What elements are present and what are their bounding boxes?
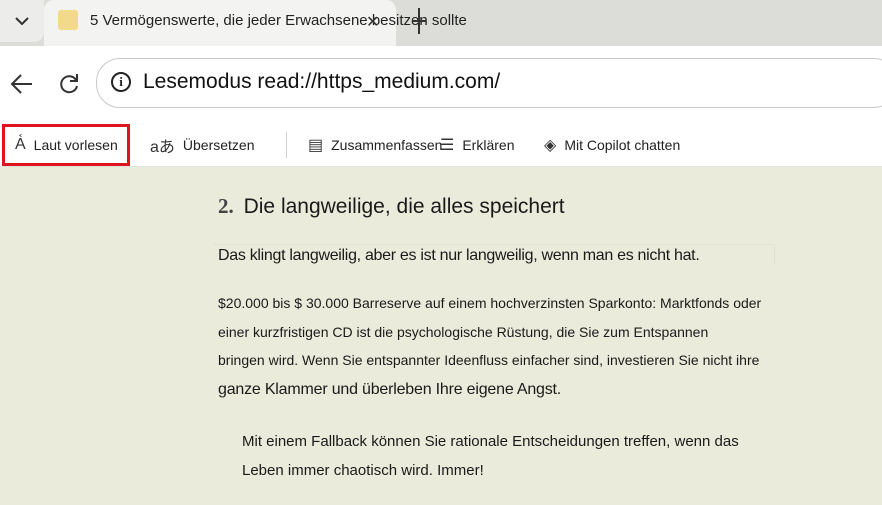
read-aloud-label: Laut vorlesen xyxy=(33,137,118,153)
back-button[interactable] xyxy=(8,70,36,98)
copilot-label: Mit Copilot chatten xyxy=(564,137,681,153)
paragraph-2-line-1: $20.000 bis $ 30.000 Barreserve auf eine… xyxy=(218,295,762,311)
explain-label: Erklären xyxy=(462,137,515,153)
tab-list-button[interactable] xyxy=(0,0,44,42)
tab-title: 5 Vermögenswerte, die jeder Erwachsene b… xyxy=(90,12,467,29)
summarize-icon: ▤ xyxy=(308,137,324,154)
navigation-bar: i Lesemodus read://https_medium.com/ xyxy=(0,46,882,124)
back-arrow-icon xyxy=(10,74,32,94)
paragraph-2-line-3: bringen wird. Wenn Sie entspannter Ideen… xyxy=(218,352,760,368)
explain-button[interactable]: ☰ Erklären xyxy=(440,124,514,166)
read-aloud-icon: A᷾ xyxy=(15,136,26,153)
quote-line-2: Leben immer chaotisch wird. Immer! xyxy=(242,462,484,479)
paragraph-2-line-2: einer kurzfristigen CD ist die psycholog… xyxy=(218,324,709,340)
tab-strip: 5 Vermögenswerte, die jeder Erwachsene b… xyxy=(0,0,882,46)
refresh-icon xyxy=(60,74,78,94)
paragraph-1: Das klingt langweilig, aber es ist nur l… xyxy=(218,247,700,264)
active-tab[interactable]: 5 Vermögenswerte, die jeder Erwachsene b… xyxy=(44,0,467,46)
explain-icon: ☰ xyxy=(440,137,455,154)
summarize-button[interactable]: ▤ Zusammenfassen xyxy=(308,124,442,166)
tab-close-icon[interactable]: ✕ xyxy=(366,12,379,32)
heading-text: Die langweilige, die alles speichert xyxy=(243,195,565,218)
translate-button[interactable]: aあ Übersetzen xyxy=(150,124,255,166)
paragraph-2-line-4: ganze Klammer und überleben Ihre eigene … xyxy=(218,381,562,398)
address-bar[interactable]: i Lesemodus read://https_medium.com/ xyxy=(96,58,882,108)
article-content: 2. Die langweilige, die alles speichert … xyxy=(0,167,882,505)
copilot-chat-button[interactable]: ◈ Mit Copilot chatten xyxy=(544,124,680,166)
folder-icon xyxy=(58,10,78,30)
copilot-icon: ◈ xyxy=(544,137,557,154)
refresh-button[interactable] xyxy=(55,70,83,98)
info-icon[interactable]: i xyxy=(111,72,131,92)
section-heading: 2. Die langweilige, die alles speichert xyxy=(218,194,565,219)
text-cursor-icon xyxy=(412,8,426,34)
address-text[interactable]: Lesemodus read://https_medium.com/ xyxy=(143,70,500,94)
quote-line-1: Mit einem Fallback können Sie rationale … xyxy=(242,433,739,450)
toolbar-divider xyxy=(286,132,287,158)
translate-icon: aあ xyxy=(150,139,175,156)
read-aloud-button[interactable]: A᷾ Laut vorlesen xyxy=(2,124,130,166)
reader-toolbar: A᷾ Laut vorlesen aあ Übersetzen ▤ Zusamme… xyxy=(0,124,882,167)
translate-label: Übersetzen xyxy=(182,137,255,153)
heading-number: 2. xyxy=(218,194,234,218)
summarize-label: Zusammenfassen xyxy=(331,137,443,153)
chevron-down-icon xyxy=(15,17,29,26)
